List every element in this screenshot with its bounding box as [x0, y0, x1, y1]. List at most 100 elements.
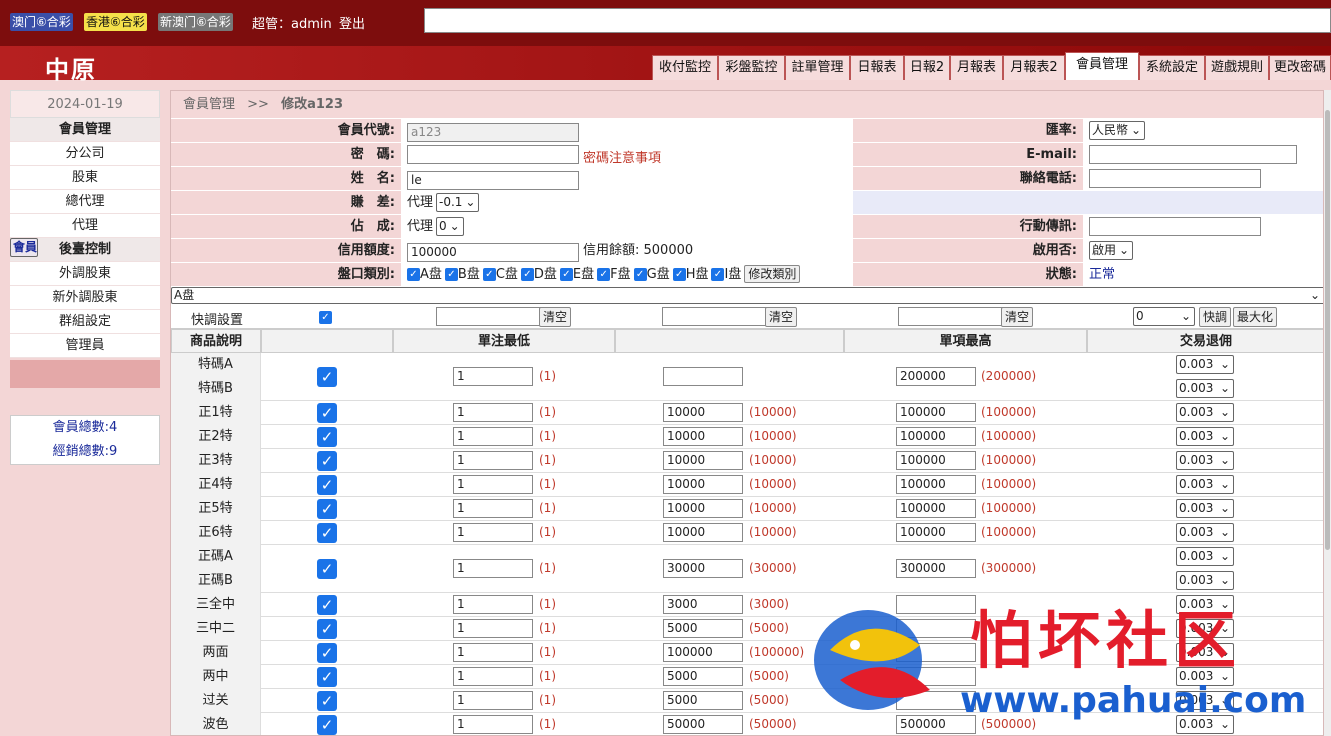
checkbox-icon[interactable]: ✓: [520, 268, 534, 281]
right-select-0[interactable]: 人民幣 ⌄: [1089, 121, 1146, 140]
max-bet-input[interactable]: 10000: [663, 475, 743, 494]
right-input-4[interactable]: [1089, 217, 1261, 236]
min-bet-input[interactable]: 1: [453, 499, 533, 518]
min-bet-input[interactable]: 1: [453, 619, 533, 638]
row-checkbox[interactable]: ✓: [317, 691, 337, 711]
sidebar-item-1-0[interactable]: 外調股東: [10, 262, 160, 286]
min-bet-input[interactable]: 1: [453, 475, 533, 494]
pan-check-8[interactable]: ✓ I盘: [711, 267, 741, 282]
rebate-select[interactable]: 0.003 ⌄: [1176, 475, 1234, 494]
item-max-input[interactable]: 100000: [896, 403, 976, 422]
min-bet-input[interactable]: 1: [453, 715, 533, 734]
max-bet-input[interactable]: 10000: [663, 523, 743, 542]
tab-6[interactable]: 月報表2: [1003, 55, 1065, 80]
sidebar-item-0-4[interactable]: 會員: [10, 238, 39, 257]
max-bet-input[interactable]: 5000: [663, 619, 743, 638]
row-checkbox[interactable]: ✓: [317, 523, 337, 543]
lottery-tab-hongkong[interactable]: 香港⑥合彩: [84, 13, 147, 31]
rebate-select[interactable]: 0.003 ⌄: [1176, 499, 1234, 518]
row-checkbox[interactable]: ✓: [317, 367, 337, 387]
lottery-tab-new-macau[interactable]: 新澳门⑥合彩: [158, 13, 233, 31]
quick-input-2[interactable]: [662, 307, 767, 326]
row-checkbox[interactable]: ✓: [317, 451, 337, 471]
maximize-button[interactable]: 最大化: [1233, 307, 1277, 327]
breadcrumb-root[interactable]: 會員管理: [183, 97, 235, 112]
right-input-2[interactable]: [1089, 169, 1261, 188]
sidebar-item-0-3[interactable]: 代理: [10, 214, 160, 238]
min-bet-input[interactable]: 1: [453, 427, 533, 446]
row-checkbox[interactable]: ✓: [317, 619, 337, 639]
sidebar-item-1-1[interactable]: 新外調股東: [10, 286, 160, 310]
min-bet-input[interactable]: 1: [453, 643, 533, 662]
checkbox-icon[interactable]: ✓: [633, 268, 647, 281]
item-max-input[interactable]: 100000: [896, 427, 976, 446]
tab-5[interactable]: 月報表: [950, 55, 1003, 80]
tab-8[interactable]: 系統設定: [1139, 55, 1205, 80]
tab-9[interactable]: 遊戲規則: [1205, 55, 1269, 80]
quick-input-1[interactable]: [436, 307, 541, 326]
row-checkbox[interactable]: ✓: [317, 643, 337, 663]
item-max-input[interactable]: 200000: [896, 367, 976, 386]
item-max-input[interactable]: 100000: [896, 451, 976, 470]
min-bet-input[interactable]: 1: [453, 595, 533, 614]
rebate-select[interactable]: 0.003 ⌄: [1176, 403, 1234, 422]
rebate-select[interactable]: 0.003 ⌄: [1176, 523, 1234, 542]
checkbox-icon[interactable]: ✓: [597, 268, 611, 281]
tab-10[interactable]: 更改密碼: [1269, 55, 1331, 80]
row-checkbox[interactable]: ✓: [317, 475, 337, 495]
clear-button-3[interactable]: 清空: [1001, 307, 1033, 327]
max-bet-input[interactable]: 5000: [663, 667, 743, 686]
tab-3[interactable]: 日報表: [850, 55, 904, 80]
quick-select[interactable]: 0 ⌄: [1133, 307, 1195, 326]
right-input-1[interactable]: [1089, 145, 1297, 164]
max-bet-input[interactable]: 10000: [663, 403, 743, 422]
item-max-input[interactable]: 300000: [896, 559, 976, 578]
logout-link[interactable]: 登出: [339, 13, 365, 32]
max-bet-input[interactable]: [663, 367, 743, 386]
min-bet-input[interactable]: 1: [453, 667, 533, 686]
min-bet-input[interactable]: 1: [453, 523, 533, 542]
clear-button-2[interactable]: 清空: [765, 307, 797, 327]
row-checkbox[interactable]: ✓: [317, 667, 337, 687]
quick-apply-button[interactable]: 快調: [1199, 307, 1231, 327]
checkbox-icon[interactable]: ✓: [711, 268, 725, 281]
tab-1[interactable]: 彩盤監控: [718, 55, 785, 80]
row-checkbox[interactable]: ✓: [317, 403, 337, 423]
item-max-input[interactable]: 100000: [896, 523, 976, 542]
max-bet-input[interactable]: 10000: [663, 499, 743, 518]
field-input-2[interactable]: le: [407, 171, 579, 190]
checkbox-icon[interactable]: ✓: [559, 268, 573, 281]
max-bet-input[interactable]: 100000: [663, 643, 743, 662]
pan-check-5[interactable]: ✓ F盘: [597, 267, 631, 282]
rebate-select[interactable]: 0.003 ⌄: [1176, 379, 1234, 398]
quick-set-checkbox[interactable]: ✓: [319, 311, 332, 324]
min-bet-input[interactable]: 1: [453, 691, 533, 710]
pan-check-0[interactable]: ✓ A盘: [407, 267, 442, 282]
pan-check-6[interactable]: ✓ G盘: [633, 267, 670, 282]
checkbox-icon[interactable]: ✓: [672, 268, 686, 281]
row-checkbox[interactable]: ✓: [317, 559, 337, 579]
checkbox-icon[interactable]: ✓: [444, 268, 458, 281]
lottery-tab-macau[interactable]: 澳门⑥合彩: [10, 13, 73, 31]
tab-4[interactable]: 日報2: [904, 55, 950, 80]
sidebar-item-0-1[interactable]: 股東: [10, 166, 160, 190]
max-bet-input[interactable]: 10000: [663, 451, 743, 470]
field-input-5[interactable]: 100000: [407, 243, 579, 262]
item-max-input[interactable]: 100000: [896, 475, 976, 494]
pan-select[interactable]: A盘 ⌄: [171, 287, 1323, 304]
pan-check-2[interactable]: ✓ C盘: [482, 267, 518, 282]
sidebar-item-0-0[interactable]: 分公司: [10, 142, 160, 166]
pan-check-3[interactable]: ✓ D盘: [520, 267, 557, 282]
row-checkbox[interactable]: ✓: [317, 715, 337, 735]
min-bet-input[interactable]: 1: [453, 559, 533, 578]
max-bet-input[interactable]: 50000: [663, 715, 743, 734]
sidebar-item-1-3[interactable]: 管理員: [10, 334, 160, 358]
tab-7[interactable]: 會員管理: [1065, 52, 1139, 80]
pan-check-7[interactable]: ✓ H盘: [672, 267, 708, 282]
row-checkbox[interactable]: ✓: [317, 499, 337, 519]
sidebar-item-1-2[interactable]: 群組設定: [10, 310, 160, 334]
field-select-3[interactable]: -0.1 ⌄: [436, 193, 480, 212]
max-bet-input[interactable]: 10000: [663, 427, 743, 446]
tab-0[interactable]: 收付監控: [652, 55, 718, 80]
pan-check-1[interactable]: ✓ B盘: [444, 267, 480, 282]
